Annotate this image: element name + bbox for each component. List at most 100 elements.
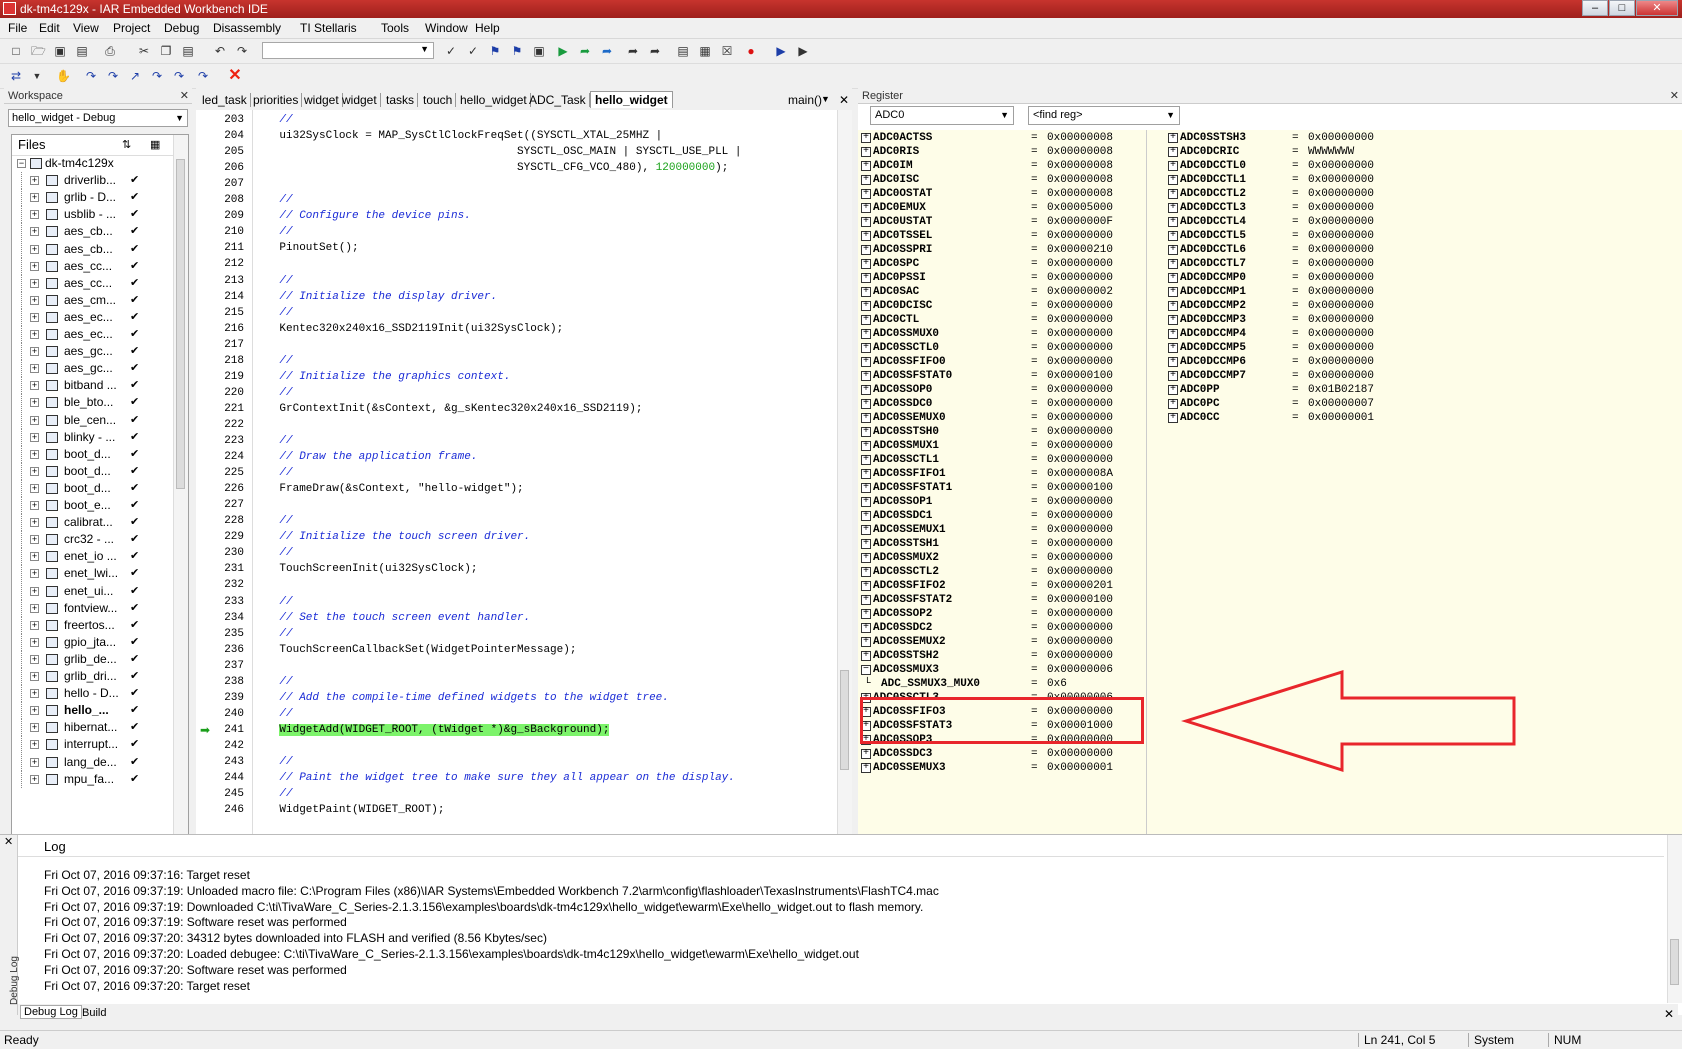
- expand-icon[interactable]: +: [1168, 315, 1178, 325]
- register-value[interactable]: 0x00000000: [1047, 229, 1113, 244]
- register-value[interactable]: 0x00000000: [1308, 257, 1374, 272]
- expand-icon[interactable]: +: [30, 312, 39, 322]
- register-value[interactable]: 0x00000000: [1047, 747, 1113, 762]
- register-value[interactable]: 0x00000006: [1047, 663, 1113, 678]
- tree-scroll-thumb[interactable]: [176, 159, 185, 489]
- menu-item-project[interactable]: Project: [113, 21, 150, 35]
- register-value[interactable]: 0x00000001: [1308, 411, 1374, 426]
- next-statement-icon[interactable]: ↷: [150, 69, 164, 83]
- expand-icon[interactable]: +: [861, 203, 871, 213]
- register-value[interactable]: 0x00000000: [1047, 453, 1113, 468]
- log-tab-debug-log[interactable]: Debug Log: [20, 1005, 82, 1019]
- expand-icon[interactable]: +: [30, 518, 39, 528]
- expand-icon[interactable]: +: [861, 273, 871, 283]
- register-value[interactable]: 0x00000000: [1047, 355, 1113, 370]
- menu-item-edit[interactable]: Edit: [39, 21, 60, 35]
- register-value[interactable]: 0x01B02187: [1308, 383, 1374, 398]
- save-icon[interactable]: ▣: [53, 44, 67, 58]
- expand-icon[interactable]: +: [1168, 273, 1178, 283]
- expand-icon[interactable]: +: [861, 553, 871, 563]
- register-value[interactable]: 0x00000000: [1308, 173, 1374, 188]
- undo-icon[interactable]: ↶: [213, 44, 227, 58]
- expand-icon[interactable]: +: [30, 535, 39, 545]
- expand-icon[interactable]: +: [861, 133, 871, 143]
- expand-icon[interactable]: +: [30, 278, 39, 288]
- expand-icon[interactable]: +: [1168, 147, 1178, 157]
- register-value[interactable]: 0x00000210: [1047, 243, 1113, 258]
- tree-item[interactable]: + blinky - ... ✔: [12, 428, 182, 446]
- menu-item-ti-stellaris[interactable]: TI Stellaris: [300, 21, 357, 35]
- expand-icon[interactable]: +: [30, 244, 39, 254]
- replace-icon[interactable]: ⚑: [510, 44, 524, 58]
- tree-item[interactable]: + usblib - ... ✔: [12, 206, 182, 224]
- expand-icon[interactable]: +: [30, 398, 39, 408]
- tree-item[interactable]: + boot_d... ✔: [12, 445, 182, 463]
- expand-icon[interactable]: +: [30, 654, 39, 664]
- reset-dropdown-icon[interactable]: ▼: [30, 69, 44, 83]
- register-value[interactable]: 0x00000100: [1047, 593, 1113, 608]
- expand-icon[interactable]: +: [1168, 399, 1178, 409]
- menu-item-disassembly[interactable]: Disassembly: [213, 21, 281, 35]
- tree-item[interactable]: + freertos... ✔: [12, 616, 182, 634]
- code-area[interactable]: // ui32SysClock = MAP_SysCtlClockFreqSet…: [253, 110, 838, 900]
- tree-item[interactable]: + boot_e... ✔: [12, 497, 182, 514]
- expand-icon[interactable]: +: [861, 567, 871, 577]
- register-value[interactable]: 0x00000001: [1047, 761, 1113, 776]
- expand-icon[interactable]: +: [1168, 343, 1178, 353]
- close-icon[interactable]: ✕: [1670, 88, 1679, 104]
- tree-item[interactable]: + driverlib... ✔: [12, 172, 182, 190]
- navigate-back-icon[interactable]: ➦: [578, 44, 592, 58]
- tree-item[interactable]: + hello_... ✔: [12, 702, 182, 720]
- expand-icon[interactable]: +: [861, 329, 871, 339]
- copy-icon[interactable]: ❐: [159, 44, 173, 58]
- tree-scrollbar[interactable]: [173, 135, 188, 883]
- editor-tab-priorities[interactable]: priorities: [253, 93, 303, 107]
- register-value[interactable]: 0x0000000F: [1047, 215, 1113, 230]
- expand-icon[interactable]: +: [30, 586, 39, 596]
- register-value[interactable]: 0x00000000: [1047, 425, 1113, 440]
- expand-icon[interactable]: +: [861, 427, 871, 437]
- toggle-bookmark-icon[interactable]: ➦: [626, 44, 640, 58]
- expand-icon[interactable]: +: [861, 511, 871, 521]
- cut-icon[interactable]: ✂: [137, 44, 151, 58]
- tree-item[interactable]: + boot_d... ✔: [12, 462, 182, 480]
- tree-item[interactable]: + hibernat... ✔: [12, 719, 182, 737]
- expand-icon[interactable]: +: [30, 432, 39, 442]
- expand-icon[interactable]: +: [1168, 203, 1178, 213]
- expand-icon[interactable]: +: [1168, 301, 1178, 311]
- expand-icon[interactable]: +: [30, 620, 39, 630]
- tree-item[interactable]: + grlib - D... ✔: [12, 189, 182, 207]
- expand-icon[interactable]: +: [861, 609, 871, 619]
- options-icon[interactable]: ▦: [150, 135, 160, 155]
- tree-item[interactable]: + boot_d... ✔: [12, 479, 182, 497]
- register-value[interactable]: 0x00000000: [1308, 187, 1374, 202]
- expand-icon[interactable]: +: [1168, 189, 1178, 199]
- print-icon[interactable]: ⎙: [103, 44, 117, 58]
- expand-icon[interactable]: +: [861, 385, 871, 395]
- expand-icon[interactable]: +: [861, 455, 871, 465]
- expand-icon[interactable]: +: [861, 231, 871, 241]
- expand-icon[interactable]: +: [30, 552, 39, 562]
- menu-item-file[interactable]: File: [8, 21, 27, 35]
- editor-tab-tasks[interactable]: tasks: [386, 93, 419, 107]
- expand-icon[interactable]: +: [30, 672, 39, 681]
- editor-tab-hello-widget[interactable]: hello_widget: [460, 93, 531, 107]
- tree-item[interactable]: + aes_cb... ✔: [12, 240, 182, 258]
- goto-icon[interactable]: ▣: [532, 44, 546, 58]
- register-value[interactable]: 0x00000000: [1047, 313, 1113, 328]
- tree-item[interactable]: + enet_lwi... ✔: [12, 565, 182, 583]
- expand-icon[interactable]: +: [861, 497, 871, 507]
- expand-icon[interactable]: +: [1168, 259, 1178, 269]
- expand-icon[interactable]: +: [1168, 133, 1178, 143]
- tree-item[interactable]: + bitband ... ✔: [12, 377, 182, 395]
- register-value[interactable]: 0x00000000: [1308, 313, 1374, 328]
- editor-tab-widget[interactable]: widget: [304, 93, 343, 107]
- find-next-icon[interactable]: ✓: [466, 44, 480, 58]
- download-debug-icon[interactable]: ▶: [774, 44, 788, 58]
- tree-item[interactable]: + aes_cc... ✔: [12, 257, 182, 275]
- register-value[interactable]: 0x00000100: [1047, 369, 1113, 384]
- expand-icon[interactable]: +: [30, 757, 39, 767]
- search-combo[interactable]: ▼: [262, 42, 434, 59]
- make-icon[interactable]: ▦: [698, 44, 712, 58]
- register-value[interactable]: 0x00000000: [1308, 131, 1374, 146]
